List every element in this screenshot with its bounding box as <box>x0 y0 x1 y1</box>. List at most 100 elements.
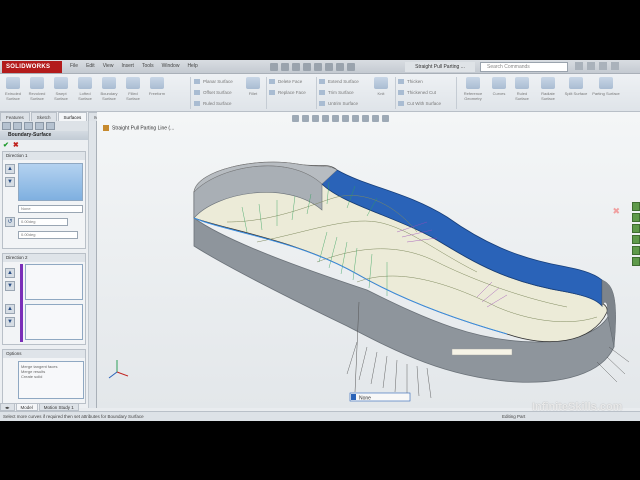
cancel-x-icon[interactable]: ✖ <box>13 141 19 149</box>
ruled-surface-button[interactable]: Ruled Surface <box>194 99 232 108</box>
options-group: Options Merge tangent faces Merge result… <box>2 349 86 404</box>
menu-insert[interactable]: Insert <box>121 63 134 69</box>
offset-surface-button[interactable]: Offset Surface <box>194 88 232 97</box>
configuration-manager-icon[interactable] <box>24 122 33 130</box>
search-commands-input[interactable]: Search Commands <box>480 62 568 72</box>
direction2-label: Direction 2 <box>3 254 85 262</box>
solidworks-logo: SOLIDWORKS <box>2 61 62 73</box>
thickened-cut-button[interactable]: Thickened Cut <box>398 88 436 97</box>
parting-surface-button[interactable]: Parting Surface <box>592 77 620 96</box>
fillet-button[interactable]: Fillet <box>242 77 264 96</box>
status-editing: Editing Part <box>502 414 526 419</box>
reverse-direction-icon[interactable]: ↺ <box>5 217 15 227</box>
rebuild-icon[interactable] <box>336 63 344 71</box>
save-icon[interactable] <box>292 63 300 71</box>
tangent-influence-input[interactable]: 0.00deg <box>18 231 78 239</box>
split-surface-icon <box>569 77 583 89</box>
parting-surface-icon <box>599 77 613 89</box>
ok-check-icon[interactable]: ✔ <box>3 141 9 149</box>
handle-box[interactable] <box>451 348 513 356</box>
direction1-group: Direction 1 ▲ ▼ None ↺ 0.00deg 0.00deg <box>2 151 86 249</box>
ruled-surface-large-button[interactable]: Ruled Surface <box>511 77 533 101</box>
knit-button[interactable]: Knit <box>370 77 392 96</box>
triad-icon <box>108 360 129 379</box>
maximize-icon[interactable] <box>599 62 607 70</box>
feature-manager-icon[interactable] <box>2 122 11 130</box>
thicken-button[interactable]: Thicken <box>398 77 423 86</box>
direction2-group: Direction 2 ▲ ▼ ▲ ▼ <box>2 253 86 345</box>
appearances-icon[interactable] <box>632 246 640 255</box>
extend-surface-button[interactable]: Extend Surface <box>319 77 359 86</box>
resources-icon[interactable] <box>632 202 640 211</box>
tab-sketch[interactable]: Sketch <box>30 112 57 121</box>
move-down-icon[interactable]: ▼ <box>5 281 15 291</box>
watermark: InfiniteSkills.com <box>532 401 623 413</box>
view-palette-icon[interactable] <box>632 235 640 244</box>
pm-scrollbar[interactable] <box>88 121 96 408</box>
fillet-icon <box>246 77 260 89</box>
freeform-icon <box>150 77 164 89</box>
cut-with-surface-button[interactable]: Cut With Surface <box>398 99 441 108</box>
draft-angle-input[interactable]: 0.00deg <box>18 218 68 226</box>
filled-surface-button[interactable]: Filled Surface <box>122 77 144 101</box>
graphics-area[interactable]: Straight Pull Parting Line (... None ✖ <box>97 112 640 408</box>
tab-motion-study[interactable]: Motion Study 1 <box>38 403 79 411</box>
menu-view[interactable]: View <box>103 63 114 69</box>
lofted-surface-button[interactable]: Lofted Surface <box>74 77 96 101</box>
display-manager-icon[interactable] <box>46 122 55 130</box>
planar-surface-button[interactable]: Planar Surface <box>194 77 233 86</box>
move-up-icon[interactable]: ▲ <box>5 164 15 174</box>
dimxpert-manager-icon[interactable] <box>35 122 44 130</box>
freeform-button[interactable]: Freeform <box>146 77 168 96</box>
replace-face-button[interactable]: Replace Face <box>269 88 306 97</box>
move-down-icon[interactable]: ▼ <box>5 317 15 327</box>
revolved-surface-button[interactable]: Revolved Surface <box>26 77 48 101</box>
radiate-surface-icon <box>541 77 555 89</box>
print-icon[interactable] <box>303 63 311 71</box>
untrim-surface-button[interactable]: Untrim Surface <box>319 99 358 108</box>
property-manager-icon[interactable] <box>13 122 22 130</box>
separator <box>456 77 457 109</box>
option-create-solid[interactable]: Create solid <box>21 374 81 379</box>
close-icon[interactable] <box>611 62 619 70</box>
radiate-surface-button[interactable]: Radiate Surface <box>535 77 561 101</box>
swept-surface-button[interactable]: Swept Surface <box>50 77 72 101</box>
tangency-combo[interactable]: None <box>18 205 83 213</box>
direction2-curves-box[interactable] <box>25 304 83 340</box>
extruded-surface-button[interactable]: Extruded Surface <box>2 77 24 101</box>
trim-surface-button[interactable]: Trim Surface <box>319 88 354 97</box>
menu-edit[interactable]: Edit <box>86 63 95 69</box>
new-icon[interactable] <box>270 63 278 71</box>
menu-help[interactable]: Help <box>187 63 197 69</box>
separator <box>316 77 317 109</box>
swept-surface-icon <box>54 77 68 89</box>
options-icon[interactable] <box>347 63 355 71</box>
exit-sketch-icon[interactable]: ✖ <box>612 206 620 217</box>
move-down-icon[interactable]: ▼ <box>5 177 15 187</box>
menu-tools[interactable]: Tools <box>142 63 154 69</box>
file-explorer-icon[interactable] <box>632 224 640 233</box>
help-icon[interactable] <box>575 62 583 70</box>
direction1-selection-box[interactable] <box>18 163 83 201</box>
minimize-icon[interactable] <box>587 62 595 70</box>
boundary-surface-icon <box>102 77 116 89</box>
reference-geometry-button[interactable]: Reference Geometry <box>460 77 486 101</box>
split-surface-button[interactable]: Split Surface <box>563 77 589 96</box>
boundary-surface-button[interactable]: Boundary Surface <box>98 77 120 101</box>
tab-model[interactable]: Model <box>15 403 38 411</box>
undo-icon[interactable] <box>314 63 322 71</box>
tab-features[interactable]: Features <box>0 112 30 121</box>
tab-surfaces[interactable]: Surfaces <box>57 112 88 121</box>
move-up-icon[interactable]: ▲ <box>5 304 15 314</box>
select-icon[interactable] <box>325 63 333 71</box>
direction2-selection-box[interactable] <box>25 264 83 300</box>
menu-window[interactable]: Window <box>162 63 180 69</box>
move-up-icon[interactable]: ▲ <box>5 268 15 278</box>
menu-file[interactable]: File <box>70 63 78 69</box>
delete-face-button[interactable]: Delete Face <box>269 77 302 86</box>
open-icon[interactable] <box>281 63 289 71</box>
bottom-tab-spacer[interactable]: ◂▸ <box>0 403 15 411</box>
curves-button[interactable]: Curves <box>488 77 510 96</box>
design-library-icon[interactable] <box>632 213 640 222</box>
custom-properties-icon[interactable] <box>632 257 640 266</box>
